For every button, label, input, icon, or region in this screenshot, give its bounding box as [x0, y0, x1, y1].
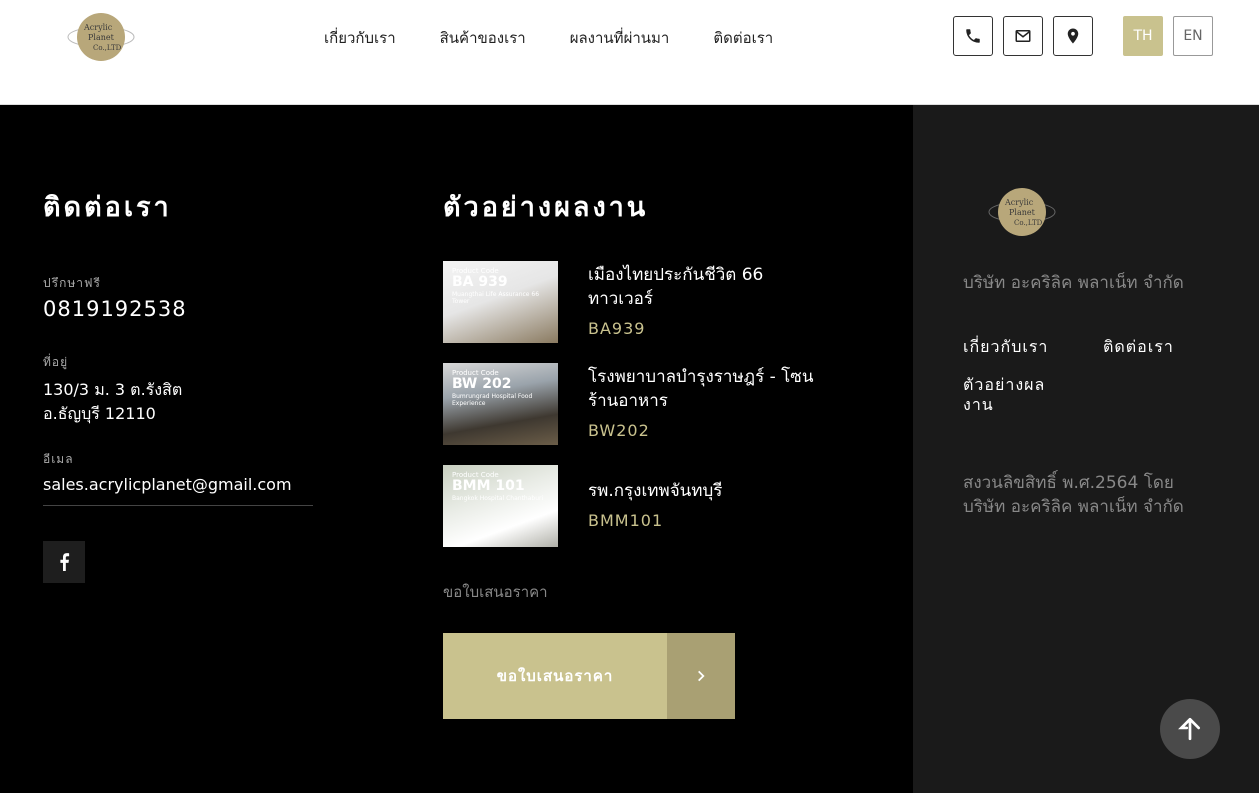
- works-title: ตัวอย่างผลงาน: [443, 192, 649, 223]
- work-title[interactable]: เมืองไทยประกันชีวิต 66 ทาวเวอร์: [588, 263, 818, 311]
- work-code: BA939: [588, 319, 646, 338]
- site-header: Acrylic Planet Co.,LTD เกี่ยวกับเรา สินค…: [0, 0, 1259, 74]
- work-item[interactable]: Product Code BW 202 Bumrungrad Hospital …: [443, 363, 843, 445]
- thumb-code: BW 202: [452, 376, 512, 392]
- copyright-line-1: สงวนลิขสิทธิ์ พ.ศ.2564 โดย: [963, 473, 1174, 493]
- work-title-line-1: โรงพยาบาลบำรุงราษฎร์ - โซน: [588, 367, 814, 387]
- company-name: บริษัท อะคริลิค พลาเน็ท จำกัด: [963, 273, 1184, 293]
- address-line-2: อ.ธัญบุรี 12110: [43, 404, 156, 423]
- lang-th-button[interactable]: TH: [1123, 16, 1163, 56]
- work-title-line-2: ร้านอาหาร: [588, 391, 668, 411]
- chevron-right-icon: [667, 633, 735, 719]
- logo-text-1: Acrylic: [83, 23, 113, 32]
- footer-link-works-line-2: งาน: [963, 395, 994, 414]
- thumb-sub: Bumrungrad Hospital Food Experience: [452, 393, 533, 407]
- lang-en-button[interactable]: EN: [1173, 16, 1213, 56]
- footer-link-works-line-1: ตัวอย่างผล: [963, 375, 1046, 394]
- footer-logo-text-1: Acrylic: [1004, 198, 1034, 207]
- location-button[interactable]: [1053, 16, 1093, 56]
- footer-link-contact[interactable]: ติดต่อเรา: [1103, 335, 1174, 360]
- work-thumbnail[interactable]: Product Code BW 202 Bumrungrad Hospital …: [443, 363, 558, 445]
- quote-button-label: ขอใบเสนอราคา: [443, 633, 667, 719]
- contact-title: ติดต่อเรา: [43, 192, 172, 223]
- arrow-up-icon: [1178, 717, 1201, 741]
- copyright-line-2: บริษัท อะคริลิค พลาเน็ท จำกัด: [963, 497, 1184, 517]
- location-icon: [1067, 28, 1079, 44]
- nav-products[interactable]: สินค้าของเรา: [440, 26, 526, 50]
- work-code: BW202: [588, 421, 650, 440]
- header-spacer: [0, 74, 1259, 105]
- contact-divider: [43, 505, 313, 506]
- free-consult-label: ปรึกษาฟรี: [43, 276, 101, 290]
- phone-button[interactable]: [953, 16, 993, 56]
- address-line-1: 130/3 ม. 3 ต.รังสิต: [43, 380, 183, 399]
- quote-link[interactable]: ขอใบเสนอราคา: [443, 580, 548, 604]
- mail-button[interactable]: [1003, 16, 1043, 56]
- logo-text-3: Co.,LTD: [93, 44, 122, 52]
- work-title-line-2: ทาวเวอร์: [588, 289, 653, 309]
- work-item[interactable]: Product Code BA 939 Muangthai Life Assur…: [443, 261, 843, 343]
- address-label: ที่อยู่: [43, 355, 69, 369]
- footer-logo-text-2: Planet: [1009, 208, 1036, 217]
- phone-icon: [966, 29, 980, 43]
- work-item[interactable]: Product Code BMM 101 Bangkok Hospital Ch…: [443, 465, 843, 547]
- copyright: สงวนลิขสิทธิ์ พ.ศ.2564 โดย บริษัท อะคริล…: [963, 471, 1203, 519]
- footer-side-panel: Acrylic Planet Co.,LTD บริษัท อะคริลิค พ…: [913, 105, 1259, 793]
- nav-contact[interactable]: ติดต่อเรา: [713, 26, 773, 50]
- thumb-code: BA 939: [452, 274, 508, 290]
- nav-works[interactable]: ผลงานที่ผ่านมา: [570, 26, 670, 50]
- main-nav: เกี่ยวกับเรา สินค้าของเรา ผลงานที่ผ่านมา…: [324, 26, 773, 50]
- work-thumbnail[interactable]: Product Code BA 939 Muangthai Life Assur…: [443, 261, 558, 343]
- work-title[interactable]: รพ.กรุงเทพจันทบุรี: [588, 479, 818, 503]
- logo[interactable]: Acrylic Planet Co.,LTD: [66, 10, 136, 64]
- thumb-sub: Bangkok Hospital Chanthaburi: [452, 495, 544, 502]
- facebook-button[interactable]: [43, 541, 85, 583]
- facebook-icon: [60, 553, 70, 571]
- footer-link-about[interactable]: เกี่ยวกับเรา: [963, 335, 1048, 360]
- work-thumbnail[interactable]: Product Code BMM 101 Bangkok Hospital Ch…: [443, 465, 558, 547]
- nav-about[interactable]: เกี่ยวกับเรา: [324, 26, 396, 50]
- thumb-code: BMM 101: [452, 478, 525, 494]
- footer-logo[interactable]: Acrylic Planet Co.,LTD: [987, 185, 1057, 239]
- works-section: ตัวอย่างผลงาน: [443, 185, 863, 228]
- contact-section: ติดต่อเรา ปรึกษาฟรี 0819192538 ที่อยู่ 1…: [43, 185, 313, 494]
- email-label: อีเมล: [43, 452, 74, 466]
- contact-email[interactable]: sales.acrylicplanet@gmail.com: [43, 475, 313, 494]
- back-to-top-button[interactable]: [1160, 699, 1220, 759]
- logo-text-2: Planet: [88, 33, 115, 42]
- work-title-line-1: รพ.กรุงเทพจันทบุรี: [588, 481, 723, 501]
- work-code: BMM101: [588, 511, 664, 530]
- contact-phone[interactable]: 0819192538: [43, 297, 313, 321]
- footer-logo-text-3: Co.,LTD: [1014, 219, 1043, 227]
- work-title-line-1: เมืองไทยประกันชีวิต 66: [588, 265, 764, 285]
- mail-icon: [1015, 30, 1031, 42]
- thumb-sub: Muangthai Life Assurance 66 Tower: [452, 291, 540, 305]
- quote-button[interactable]: ขอใบเสนอราคา: [443, 633, 735, 719]
- footer-link-works[interactable]: ตัวอย่างผล งาน: [963, 375, 1045, 415]
- work-title[interactable]: โรงพยาบาลบำรุงราษฎร์ - โซน ร้านอาหาร: [588, 365, 818, 413]
